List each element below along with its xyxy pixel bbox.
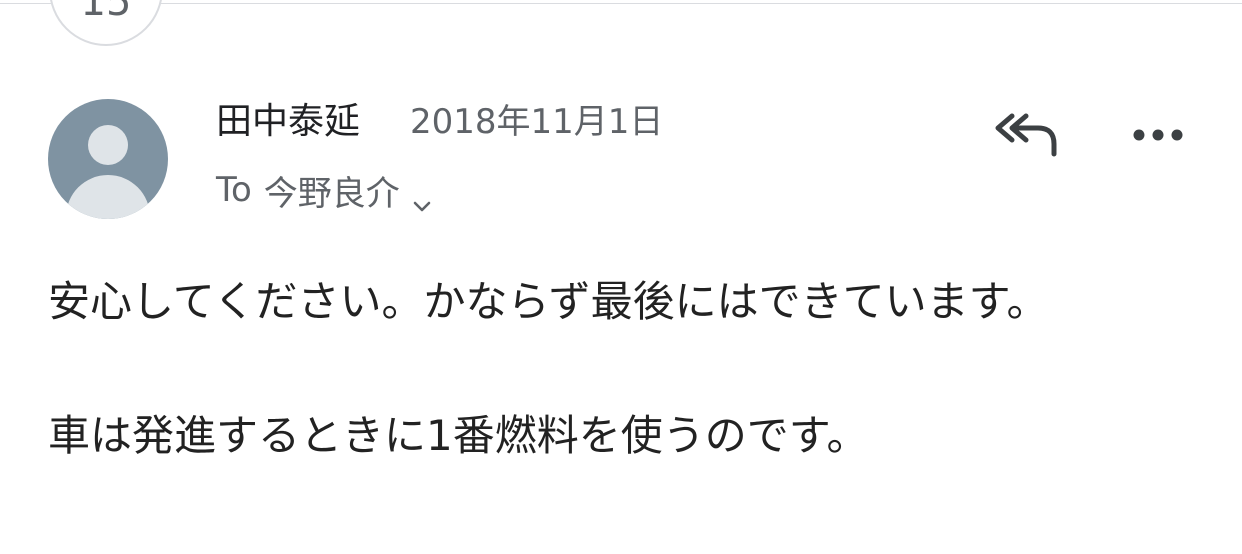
previous-message-count-badge[interactable]: 15: [49, 0, 163, 46]
message-body: 安心してください。かならず最後にはできています。 車は発進するときに1番燃料を使…: [48, 274, 1228, 464]
avatar-person-head: [88, 125, 128, 165]
sender-avatar[interactable]: [48, 99, 168, 219]
more-horizontal-icon: [1133, 129, 1183, 141]
reply-all-button[interactable]: [994, 110, 1060, 160]
sent-date: 2018年11月1日: [410, 102, 664, 142]
to-label: To: [216, 170, 252, 210]
reply-all-icon: [995, 113, 1057, 157]
top-divider: [0, 3, 1242, 4]
recipient-details-toggle[interactable]: To 今野良介: [216, 168, 432, 214]
more-options-button[interactable]: [1130, 118, 1186, 152]
message-body-line: 車は発進するときに1番燃料を使うのです。: [48, 411, 869, 460]
avatar-person-body: [66, 175, 150, 219]
previous-message-count: 15: [80, 0, 132, 25]
chevron-down-icon: [412, 183, 432, 212]
sender-name: 田中泰延: [216, 101, 361, 142]
recipient-name: 今野良介: [263, 173, 400, 214]
message-body-line: 安心してください。かならず最後にはできています。: [48, 277, 1049, 326]
